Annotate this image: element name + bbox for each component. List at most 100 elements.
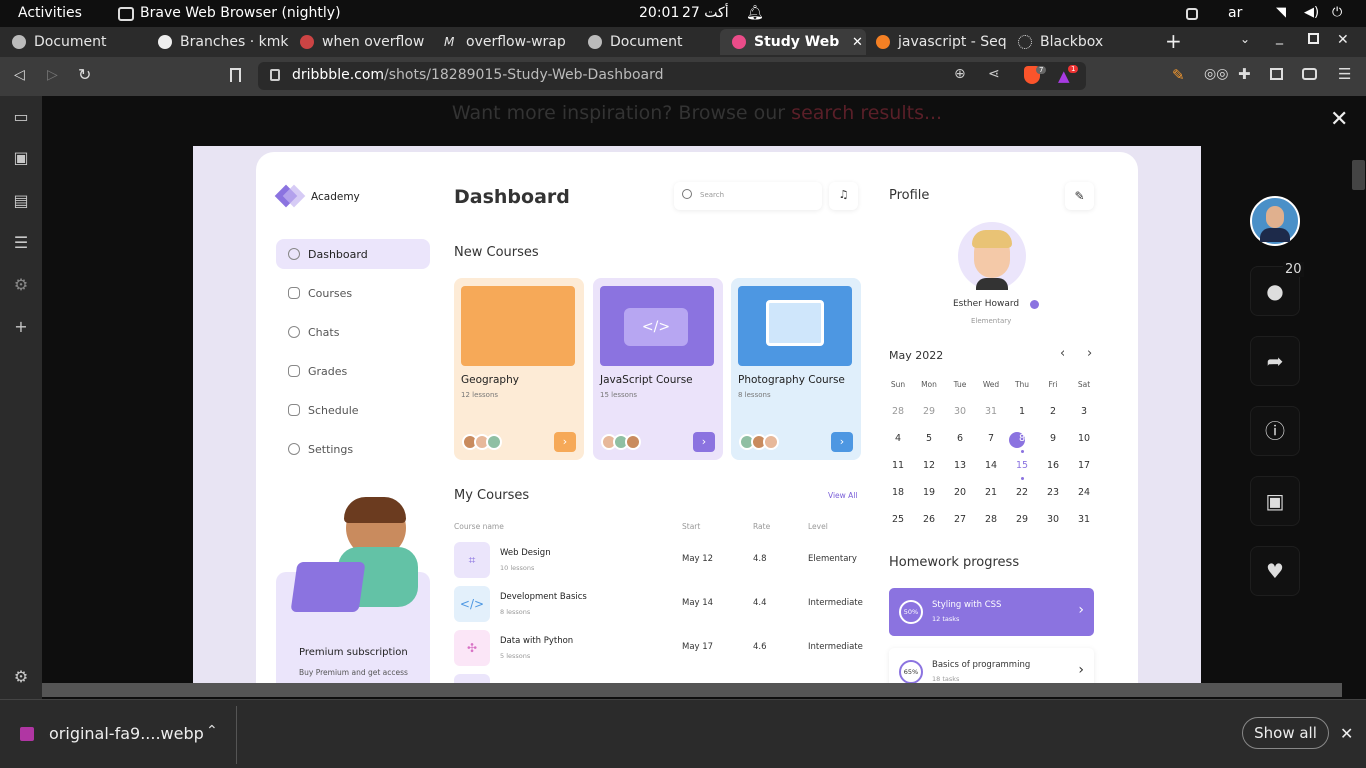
nav-grades[interactable]: Grades <box>276 356 430 386</box>
activities-button[interactable]: Activities <box>18 5 82 21</box>
scroll-thumb[interactable] <box>1352 160 1365 190</box>
volume-icon[interactable]: ◀) <box>1304 5 1319 20</box>
pencil-icon[interactable]: ✎ <box>1172 66 1185 84</box>
sidebar-toggle-icon[interactable] <box>1270 68 1283 80</box>
calendar-day[interactable]: 22 <box>1008 487 1036 498</box>
calendar-day[interactable]: 15 <box>1008 460 1036 471</box>
url-text[interactable]: dribbble.com/shots/18289015-Study-Web-Da… <box>292 67 664 83</box>
new-tab-icon[interactable]: + <box>1165 29 1182 53</box>
next-month-icon[interactable]: › <box>1087 346 1092 361</box>
calendar-day[interactable]: 31 <box>1070 514 1098 525</box>
settings-icon[interactable]: ⚙ <box>11 276 31 294</box>
calendar-day[interactable]: 31 <box>977 406 1005 417</box>
close-window-icon[interactable]: ✕ <box>1337 32 1349 48</box>
calendar-day[interactable]: 5 <box>915 433 943 444</box>
calendar-day[interactable]: 12 <box>915 460 943 471</box>
nav-chats[interactable]: Chats <box>276 317 430 347</box>
app-name[interactable]: Brave Web Browser (nightly) <box>140 5 341 21</box>
glasses-icon[interactable]: ◎◎ <box>1204 66 1228 82</box>
close-overlay-icon[interactable]: ✕ <box>1330 107 1348 132</box>
calendar-day[interactable]: 8 <box>1008 433 1036 444</box>
reload-icon[interactable]: ↻ <box>78 65 91 84</box>
tab-study-web-dashboard[interactable]: Study Web D✕ <box>720 29 866 55</box>
nav-schedule[interactable]: Schedule <box>276 395 430 425</box>
calendar-day[interactable]: 19 <box>915 487 943 498</box>
bookmark-icon[interactable] <box>230 68 241 82</box>
close-download-bar-icon[interactable]: ✕ <box>1340 724 1353 743</box>
calendar-day[interactable]: 6 <box>946 433 974 444</box>
table-row[interactable]: ✣ Data with Python 5 lessons May 17 4.6 … <box>454 630 864 668</box>
info-button[interactable]: ⓘ <box>1250 406 1300 456</box>
tab-document-2[interactable]: Document <box>576 29 722 55</box>
calendar-day[interactable]: 16 <box>1039 460 1067 471</box>
show-all-button[interactable]: Show all <box>1242 717 1329 749</box>
wallet-icon[interactable]: ▣ <box>11 149 31 167</box>
designer-avatar[interactable] <box>1250 196 1300 246</box>
course-open-button[interactable]: › <box>693 432 715 452</box>
calendar-day[interactable]: 27 <box>946 514 974 525</box>
calendar-day[interactable]: 30 <box>946 406 974 417</box>
video-icon[interactable]: ▭ <box>11 108 31 126</box>
calendar-day[interactable]: 26 <box>915 514 943 525</box>
bell-icon[interactable]: 🔔︎ <box>746 5 764 21</box>
clock[interactable]: 20:01 <box>639 5 679 21</box>
extensions-icon[interactable]: ✚ <box>1238 65 1251 83</box>
calendar-day[interactable]: 29 <box>1008 514 1036 525</box>
tab-search-icon[interactable]: ⌄ <box>1240 32 1250 46</box>
edit-profile-button[interactable]: ✎ <box>1065 182 1094 210</box>
address-bar[interactable]: dribbble.com/shots/18289015-Study-Web-Da… <box>258 62 1086 90</box>
chevron-up-icon[interactable]: ⌃ <box>206 723 218 739</box>
power-icon[interactable]: ⏻ <box>1332 5 1342 20</box>
homework-item[interactable]: 50% Styling with CSS 12 tasks › <box>889 588 1094 636</box>
calendar-day[interactable]: 11 <box>884 460 912 471</box>
calendar-day[interactable]: 28 <box>977 514 1005 525</box>
add-icon[interactable]: + <box>11 318 31 336</box>
table-row[interactable]: ⌗ Web Design 10 lessons May 12 4.8 Eleme… <box>454 542 864 580</box>
search-input[interactable]: Search <box>674 182 822 210</box>
lock-icon[interactable] <box>270 69 280 81</box>
vertical-scrollbar[interactable] <box>1351 146 1366 683</box>
calendar-day[interactable]: 21 <box>977 487 1005 498</box>
course-open-button[interactable]: › <box>554 432 576 452</box>
table-row[interactable]: </> Development Basics 8 lessons May 14 … <box>454 586 864 624</box>
keyboard-language[interactable]: ar <box>1228 5 1242 21</box>
reading-list-icon[interactable]: ☰ <box>11 234 31 252</box>
nav-dashboard[interactable]: Dashboard <box>276 239 430 269</box>
calendar-day[interactable]: 9 <box>1039 433 1067 444</box>
search-results-link[interactable]: search results... <box>791 102 942 124</box>
course-card-javascript[interactable]: </> JavaScript Course 15 lessons › <box>593 278 723 460</box>
calendar-day[interactable]: 7 <box>977 433 1005 444</box>
forward-icon[interactable]: ▷ <box>47 67 58 83</box>
minimize-icon[interactable]: _ <box>1276 29 1283 45</box>
like-button[interactable]: ♥ <box>1250 546 1300 596</box>
close-tab-icon[interactable]: ✕ <box>852 35 863 50</box>
calendar-day[interactable]: 4 <box>884 433 912 444</box>
calendar-day[interactable]: 18 <box>884 487 912 498</box>
nav-settings[interactable]: Settings <box>276 434 430 464</box>
menu-icon[interactable]: ☰ <box>1338 65 1351 83</box>
tab-document-1[interactable]: Document <box>0 29 146 55</box>
course-card-geography[interactable]: Geography 12 lessons › <box>454 278 584 460</box>
share-button[interactable]: ➦ <box>1250 336 1300 386</box>
view-all-link[interactable]: View All <box>828 491 857 500</box>
tab-overflow-wrap[interactable]: Moverflow-wrap <box>432 29 578 55</box>
calendar-day[interactable]: 2 <box>1039 406 1067 417</box>
share-icon[interactable]: ⋖ <box>988 66 1000 82</box>
course-open-button[interactable]: › <box>831 432 853 452</box>
wifi-icon[interactable]: ◥ <box>1276 5 1286 20</box>
tab-blackbox[interactable]: Blackbox <box>1006 29 1152 55</box>
calendar-day[interactable]: 13 <box>946 460 974 471</box>
bookmarks-icon[interactable]: ▤ <box>11 192 31 210</box>
add-to-collection-button[interactable]: ▣ <box>1250 476 1300 526</box>
calendar-day[interactable]: 28 <box>884 406 912 417</box>
maximize-icon[interactable] <box>1308 33 1319 44</box>
course-card-photography[interactable]: Photography Course 8 lessons › <box>731 278 861 460</box>
nav-courses[interactable]: Courses <box>276 278 430 308</box>
calendar-day[interactable]: 10 <box>1070 433 1098 444</box>
calendar-day[interactable]: 1 <box>1008 406 1036 417</box>
tab-javascript[interactable]: javascript - Seq <box>864 29 1010 55</box>
date[interactable]: أكت 27 <box>682 5 729 21</box>
calendar-day[interactable]: 25 <box>884 514 912 525</box>
calendar-day[interactable]: 29 <box>915 406 943 417</box>
zoom-icon[interactable]: ⊕ <box>954 66 966 82</box>
